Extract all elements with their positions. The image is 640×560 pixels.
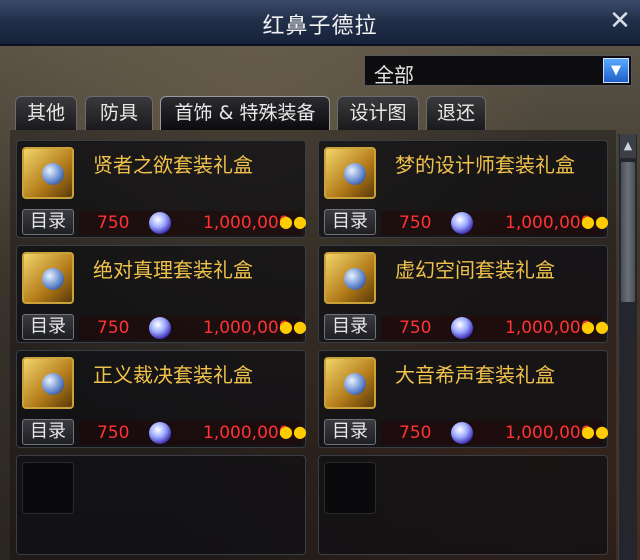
price-bar: 750 1,000,000 ●● — [381, 211, 609, 235]
shop-item-card[interactable]: 正义裁决套装礼盒 目录 750 1,000,000 ●● — [16, 350, 307, 448]
item-name: 大音希声套装礼盒 — [395, 363, 555, 387]
gold-coins-icon: ●● — [279, 422, 307, 441]
empty-slot-icon — [324, 462, 376, 514]
category-filter-dropdown[interactable]: 全部 ▼ — [364, 55, 632, 87]
catalog-button[interactable]: 目录 — [22, 314, 74, 340]
item-name: 梦的设计师套装礼盒 — [395, 153, 575, 177]
gold-price: 1,000,000 — [203, 213, 290, 233]
gold-price: 1,000,000 — [203, 318, 290, 338]
catalog-button[interactable]: 目录 — [324, 314, 376, 340]
cera-price: 750 — [97, 318, 130, 338]
cera-crystal-icon — [451, 212, 473, 234]
window-title: 红鼻子德拉 — [262, 14, 378, 39]
gift-box-icon[interactable] — [324, 357, 376, 409]
tab-other[interactable]: 其他 — [15, 96, 77, 130]
shop-item-card[interactable]: 绝对真理套装礼盒 目录 750 1,000,000 ●● — [16, 245, 307, 343]
empty-item-slot — [16, 455, 306, 555]
gem-icon — [42, 163, 64, 185]
filter-selected-value: 全部 — [374, 63, 414, 87]
shop-item-card[interactable]: 虚幻空间套装礼盒 目录 750 1,000,000 ●● — [318, 245, 609, 343]
shop-item-card[interactable]: 大音希声套装礼盒 目录 750 1,000,000 ●● — [318, 350, 609, 448]
close-icon[interactable]: ✕ — [605, 6, 635, 36]
catalog-button[interactable]: 目录 — [324, 419, 376, 445]
empty-item-slot — [318, 455, 608, 555]
title-bar: 红鼻子德拉 ✕ — [0, 0, 640, 46]
gift-box-icon[interactable] — [324, 147, 376, 199]
gold-price: 1,000,000 — [505, 318, 592, 338]
gold-price: 1,000,000 — [505, 423, 592, 443]
cera-price: 750 — [97, 423, 130, 443]
gem-icon — [344, 268, 366, 290]
shop-item-card[interactable]: 梦的设计师套装礼盒 目录 750 1,000,000 ●● — [318, 140, 609, 238]
gold-coins-icon: ●● — [581, 317, 609, 336]
scroll-up-icon[interactable]: ▲ — [620, 134, 636, 158]
gift-box-icon[interactable] — [324, 252, 376, 304]
tab-armor[interactable]: 防具 — [85, 96, 153, 130]
item-name: 正义裁决套装礼盒 — [93, 363, 253, 387]
cera-crystal-icon — [451, 422, 473, 444]
shop-item-card[interactable]: 贤者之欲套装礼盒 目录 750 1,000,000 ●● — [16, 140, 307, 238]
cera-price: 750 — [399, 213, 432, 233]
scrollbar-thumb[interactable] — [621, 162, 635, 302]
scrollbar[interactable]: ▲ — [618, 134, 637, 560]
cera-crystal-icon — [149, 422, 171, 444]
catalog-button[interactable]: 目录 — [22, 209, 74, 235]
tab-blueprint[interactable]: 设计图 — [337, 96, 419, 130]
catalog-button[interactable]: 目录 — [22, 419, 74, 445]
item-name: 虚幻空间套装礼盒 — [395, 258, 555, 282]
price-bar: 750 1,000,000 ●● — [79, 421, 307, 445]
price-bar: 750 1,000,000 ●● — [381, 316, 609, 340]
cera-price: 750 — [399, 318, 432, 338]
cera-crystal-icon — [149, 212, 171, 234]
cera-crystal-icon — [149, 317, 171, 339]
gem-icon — [42, 268, 64, 290]
gift-box-icon[interactable] — [22, 252, 74, 304]
gift-box-icon[interactable] — [22, 357, 74, 409]
cera-price: 750 — [399, 423, 432, 443]
gem-icon — [42, 373, 64, 395]
gem-icon — [344, 163, 366, 185]
gold-coins-icon: ●● — [581, 212, 609, 231]
gem-icon — [344, 373, 366, 395]
cera-price: 750 — [97, 213, 130, 233]
price-bar: 750 1,000,000 ●● — [79, 211, 307, 235]
cera-crystal-icon — [451, 317, 473, 339]
gold-coins-icon: ●● — [279, 317, 307, 336]
catalog-button[interactable]: 目录 — [324, 209, 376, 235]
price-bar: 750 1,000,000 ●● — [79, 316, 307, 340]
tab-accessories-special[interactable]: 首饰 & 特殊装备 — [160, 96, 330, 130]
price-bar: 750 1,000,000 ●● — [381, 421, 609, 445]
gift-box-icon[interactable] — [22, 147, 74, 199]
gold-price: 1,000,000 — [203, 423, 290, 443]
gold-coins-icon: ●● — [581, 422, 609, 441]
gold-price: 1,000,000 — [505, 213, 592, 233]
gold-coins-icon: ●● — [279, 212, 307, 231]
empty-slot-icon — [22, 462, 74, 514]
chevron-down-icon[interactable]: ▼ — [603, 58, 629, 83]
tab-refund[interactable]: 退还 — [426, 96, 486, 130]
item-name: 绝对真理套装礼盒 — [93, 258, 253, 282]
item-name: 贤者之欲套装礼盒 — [93, 153, 253, 177]
